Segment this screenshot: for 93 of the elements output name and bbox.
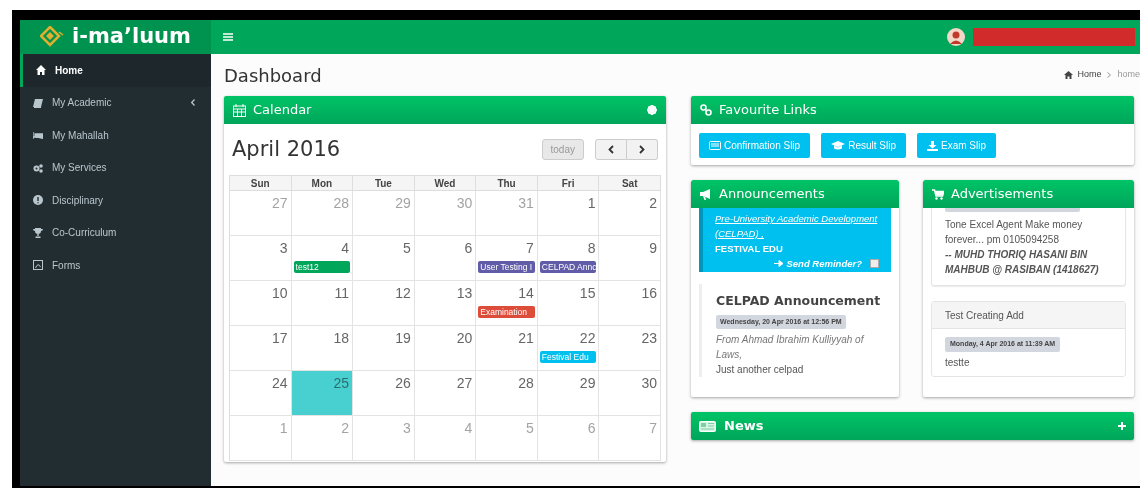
day-cell[interactable]: 23: [599, 325, 661, 371]
day-cell[interactable]: 8 CELPAD Annc: [537, 235, 600, 281]
day-cell[interactable]: 6: [414, 235, 477, 281]
day-cell[interactable]: 15: [537, 280, 600, 326]
panel-title: Favourite Links: [719, 101, 818, 120]
day-cell[interactable]: 25: [291, 370, 354, 416]
day-cell[interactable]: 16: [599, 280, 661, 326]
reminder-checkbox[interactable]: [870, 259, 879, 268]
day-cell[interactable]: 20: [414, 325, 477, 371]
arrow-right-icon: [773, 260, 784, 267]
weekday-header: Sat: [599, 174, 661, 191]
home-icon: [1064, 71, 1074, 79]
day-cell[interactable]: 29: [537, 370, 600, 416]
calendar-event[interactable]: test12: [293, 260, 351, 273]
menu-icon[interactable]: [223, 33, 233, 41]
announcement-heading: CELPAD Announcement: [716, 292, 881, 310]
plus-icon[interactable]: [1118, 422, 1126, 430]
calendar-event[interactable]: Examination: [478, 305, 535, 318]
day-cell[interactable]: 9: [599, 235, 661, 281]
download-icon: [926, 140, 938, 151]
sidebar-item[interactable]: Co-Curriculum: [20, 216, 211, 249]
sidebar-item[interactable]: My Mahallah: [20, 119, 211, 152]
bed-icon: [33, 130, 43, 141]
previous-button[interactable]: [595, 139, 627, 161]
day-cell[interactable]: 22 Festival Edu: [537, 325, 600, 371]
day-cell[interactable]: 21: [476, 325, 538, 371]
graduation-cap-icon: [831, 141, 846, 150]
day-cell[interactable]: 26: [353, 370, 415, 416]
breadcrumb-link[interactable]: Home: [1077, 68, 1102, 82]
logo-icon: [40, 26, 65, 48]
calendar-event[interactable]: CELPAD Annc: [539, 260, 597, 273]
day-cell[interactable]: 4 test12: [291, 235, 354, 281]
day-cell[interactable]: 13: [414, 280, 477, 326]
page-title: Dashboard: [224, 63, 322, 88]
file-icon: [33, 260, 43, 271]
link-icon: [700, 104, 712, 116]
day-cell[interactable]: 1: [537, 190, 600, 236]
day-cell[interactable]: 30: [599, 370, 661, 416]
panel-title: News: [724, 417, 765, 436]
day-cell[interactable]: 24: [230, 370, 292, 416]
gears-icon: [33, 162, 43, 173]
day-cell[interactable]: 2: [599, 190, 661, 236]
sidebar-item[interactable]: Disciplinary: [20, 184, 211, 217]
id-card-icon: [709, 141, 721, 150]
day-cell[interactable]: 19: [353, 325, 415, 371]
day-cell[interactable]: 27: [414, 370, 477, 416]
calendar-event[interactable]: User Testing I: [478, 260, 535, 273]
home-icon: [36, 65, 46, 76]
month-title: April 2016: [232, 136, 342, 163]
advertisement-author: -- MUHD THORIQ HASANI BIN MAHBUB @ RASIBAN (1418627): [945, 248, 1100, 277]
day-cell[interactable]: 14 Examination: [476, 280, 538, 326]
book-icon: [33, 97, 43, 108]
advertisement-title: Test Creating Add: [932, 302, 1125, 329]
day-cell[interactable]: 12: [353, 280, 415, 326]
advertisement-text: testte: [945, 355, 970, 370]
weekday-header: Tue: [353, 174, 415, 191]
day-cell[interactable]: 7 User Testing I: [476, 235, 538, 281]
cart-icon: [932, 188, 944, 200]
day-cell[interactable]: 17: [230, 325, 292, 371]
panel-title: Announcements: [719, 185, 826, 204]
chevron-right-icon: [1107, 72, 1112, 78]
next-button[interactable]: [627, 139, 658, 161]
announcement-body: Just another celpad: [716, 363, 804, 378]
newspaper-icon: [699, 420, 716, 432]
sidebar-item[interactable]: Forms: [20, 249, 211, 282]
chevron-right-icon: [639, 145, 645, 155]
weekday-header: Mon: [291, 174, 354, 191]
logo[interactable]: i-maʼluum: [20, 20, 211, 54]
reminder-label: Send Reminder?: [786, 257, 862, 271]
alert-icon: [33, 195, 43, 206]
panel-title: Calendar: [253, 101, 313, 120]
sidebar-item[interactable]: Home: [20, 54, 211, 87]
sidebar-item[interactable]: My Academic: [20, 86, 211, 119]
trophy-icon: [33, 227, 43, 238]
weekday-header: Wed: [414, 174, 477, 191]
day-cell[interactable]: 5: [353, 235, 415, 281]
panel-title: Advertisements: [951, 185, 1055, 204]
advertisement-text: Tone Excel Agent Make money forever... pm 0105094258: [945, 218, 1084, 247]
chevron-left-icon: [608, 145, 614, 155]
day-cell[interactable]: 28: [476, 370, 538, 416]
announcement-sender: From Ahmad Ibrahim Kulliyyah of Laws,: [716, 333, 866, 363]
weekday-header: Fri: [537, 174, 600, 191]
day-cell[interactable]: 18: [291, 325, 354, 371]
sidebar-item[interactable]: My Services: [20, 151, 211, 184]
weekday-header: Thu: [476, 174, 538, 191]
calendar-icon: [233, 103, 246, 117]
announcement-text: FESTIVAL EDU: [715, 242, 784, 256]
day-cell[interactable]: 10: [230, 280, 292, 326]
avatar-icon[interactable]: [947, 28, 965, 46]
weekday-header: Sun: [230, 174, 292, 191]
day-cell[interactable]: 11: [291, 280, 354, 326]
megaphone-icon: [700, 188, 712, 200]
day-cell[interactable]: 3: [230, 235, 292, 281]
